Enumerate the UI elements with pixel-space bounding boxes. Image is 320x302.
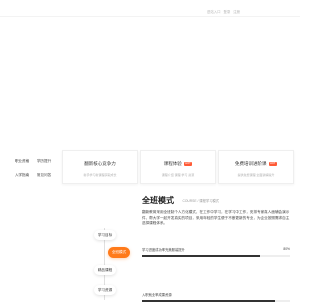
feature-card[interactable]: 课程体验 HOT 课程介绍 课程 学习 资源 bbox=[140, 150, 216, 184]
header-link[interactable]: 注册 bbox=[233, 9, 240, 14]
header-link[interactable]: 进站入口 bbox=[207, 9, 221, 14]
timeline-item-active[interactable]: 全班模式 bbox=[108, 247, 130, 258]
section-title: 全班模式 bbox=[142, 196, 174, 205]
progress-label: 入职就业率成果资源 bbox=[142, 293, 172, 297]
quick-link[interactable]: 常见问答 bbox=[33, 168, 55, 182]
progress-item: 学习进度成功率完美服装提升 80% bbox=[142, 247, 290, 257]
feature-row: 职业资格 学历提升 入学指南 常见问答 翻新核心竞争力 新手学习新课程获取成长 … bbox=[11, 150, 294, 184]
hot-badge: HOT bbox=[268, 162, 277, 166]
hot-badge: HOT bbox=[183, 162, 193, 166]
quick-link[interactable]: 入学指南 bbox=[11, 168, 33, 182]
progress-fill bbox=[142, 255, 261, 257]
card-title: 课程体验 HOT bbox=[163, 161, 193, 166]
feature-card[interactable]: 翻新核心竞争力 新手学习新课程获取成长 bbox=[62, 150, 138, 184]
progress-label: 学习进度成功率完美服装提升 bbox=[142, 248, 185, 252]
card-title: 翻新核心竞争力 bbox=[84, 161, 116, 166]
section-body: 翻新教育采用全班制个人方化模式，在工作中学习，在学习中工作，安排专家真人面辅会演… bbox=[142, 210, 290, 225]
timeline-item[interactable]: 精品课程 bbox=[94, 265, 116, 275]
progress-percent: 80% bbox=[283, 247, 290, 251]
header-links: 进站入口 登录 注册 bbox=[207, 9, 242, 14]
section-subtitle: COURSE / 课程学习模式 bbox=[182, 199, 220, 203]
progress-track bbox=[142, 255, 290, 257]
card-title: 免费培训进阶课 HOT bbox=[235, 161, 277, 166]
header-link[interactable]: 登录 bbox=[224, 9, 231, 14]
quick-link[interactable]: 职业资格 bbox=[11, 154, 33, 168]
header-divider bbox=[0, 16, 300, 17]
feature-card[interactable]: 免费培训进阶课 HOT 提供免费课程 全面讲解提升 bbox=[218, 150, 294, 184]
timeline-item[interactable]: 学习目标 bbox=[94, 230, 116, 240]
card-desc: 课程介绍 课程 学习 资源 bbox=[161, 173, 195, 177]
section-heading: 全班模式 COURSE / 课程学习模式 bbox=[142, 190, 219, 208]
timeline-item[interactable]: 学习资源 bbox=[94, 285, 116, 295]
card-desc: 提供免费课程 全面讲解提升 bbox=[237, 173, 275, 177]
card-desc: 新手学习新课程获取成长 bbox=[83, 173, 117, 177]
quick-link[interactable]: 学历提升 bbox=[33, 154, 55, 168]
quick-links: 职业资格 学历提升 入学指南 常见问答 bbox=[11, 154, 55, 182]
progress-item: 入职就业率成果资源 bbox=[142, 292, 290, 302]
